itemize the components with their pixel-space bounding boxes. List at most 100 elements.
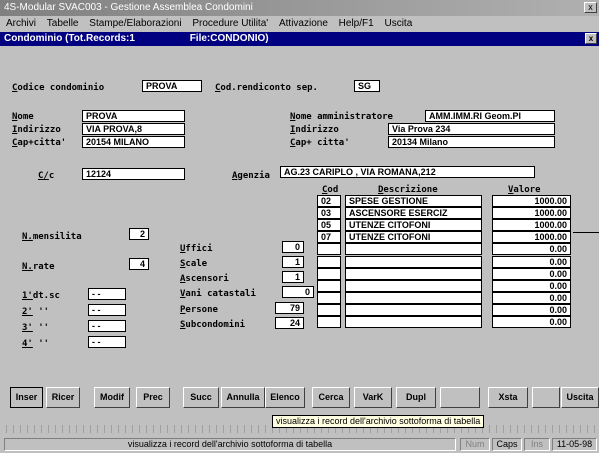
dtsc1-field[interactable]: - - <box>88 288 126 300</box>
ascensori-field[interactable]: 1 <box>282 271 304 283</box>
voce-valore-cell[interactable]: 1000.00 <box>492 231 571 243</box>
window-close-button[interactable]: x <box>584 2 597 13</box>
voce-cod-cell[interactable]: 07 <box>317 231 341 243</box>
dtsc2-field[interactable]: - - <box>88 304 126 316</box>
nome-amministratore-field[interactable]: AMM.IMM.RI Geom.Pl <box>425 110 555 122</box>
dtsc3-field[interactable]: - - <box>88 320 126 332</box>
indirizzo-field[interactable]: VIA PROVA,8 <box>82 123 185 135</box>
ascensori-label: Ascensori <box>180 274 229 284</box>
dtsc4-field[interactable]: - - <box>88 336 126 348</box>
voce-descrizione-cell[interactable]: SPESE GESTIONE <box>345 195 482 207</box>
xsta-button[interactable]: Xsta <box>488 387 528 408</box>
mensilita-field[interactable]: 2 <box>129 228 149 240</box>
vani-label: Vani catastali <box>180 289 256 299</box>
codice-label: Codice condominio <box>12 83 105 93</box>
menu-help[interactable]: Help/F1 <box>339 18 374 29</box>
col-valore-header: Valore <box>508 185 541 195</box>
voce-cod-cell[interactable] <box>317 292 341 304</box>
elenco-button[interactable]: Elenco <box>265 387 305 408</box>
voce-descrizione-cell[interactable] <box>345 292 482 304</box>
succ-button[interactable]: Succ <box>183 387 219 408</box>
nome-amministratore-label: Nome amministratore <box>290 112 393 122</box>
voce-valore-cell[interactable]: 0.00 <box>492 292 571 304</box>
voce-descrizione-cell[interactable] <box>345 280 482 292</box>
nome-label: Nome <box>12 112 34 122</box>
voce-cod-cell[interactable]: 05 <box>317 219 341 231</box>
voce-descrizione-cell[interactable]: UTENZE CITOFONI <box>345 219 482 231</box>
voce-valore-cell[interactable]: 0.00 <box>492 243 571 255</box>
subcondomini-label: Subcondomini <box>180 320 246 330</box>
voce-valore-cell[interactable]: 0.00 <box>492 316 571 328</box>
voce-valore-cell[interactable]: 0.00 <box>492 304 571 316</box>
subcondomini-field[interactable]: 24 <box>275 317 304 329</box>
window-title-bar: 4S-Modular SVAC003 - Gestione Assemblea … <box>0 0 599 16</box>
cap-field[interactable]: 20154 MILANO <box>82 136 185 148</box>
voce-cod-cell[interactable] <box>317 280 341 292</box>
voce-cod-cell[interactable] <box>317 243 341 255</box>
menu-attivazione[interactable]: Attivazione <box>279 18 328 29</box>
cap-amm-label: Cap+ citta' <box>290 138 350 148</box>
nome-field[interactable]: PROVA <box>82 110 185 122</box>
cerca-button[interactable]: Cerca <box>312 387 350 408</box>
cc-label: C/c <box>38 171 55 181</box>
voce-descrizione-cell[interactable] <box>345 256 482 268</box>
indirizzo-amm-label: Indirizzo <box>290 125 339 135</box>
agenzia-field[interactable]: AG.23 CARIPLO , VIA ROMANA,212 <box>280 166 535 178</box>
voce-valore-cell[interactable]: 1000.00 <box>492 219 571 231</box>
codice-field[interactable]: PROVA <box>142 80 202 92</box>
form-close-button[interactable]: x <box>585 33 597 44</box>
voce-descrizione-cell[interactable] <box>345 316 482 328</box>
dtsc1-label: 1'dt.sc <box>22 291 60 301</box>
voce-cod-cell[interactable]: 02 <box>317 195 341 207</box>
dtsc2-label: 2' '' <box>22 307 50 317</box>
status-caps: Caps <box>492 438 522 451</box>
form-title: Condominio (Tot.Records:1 <box>4 33 135 44</box>
voce-cod-cell[interactable]: 03 <box>317 207 341 219</box>
annulla-button[interactable]: Annulla <box>221 387 265 408</box>
modif-button[interactable]: Modif <box>94 387 130 408</box>
cc-field[interactable]: 12124 <box>82 168 185 180</box>
voce-valore-cell[interactable]: 0.00 <box>492 280 571 292</box>
menu-uscita[interactable]: Uscita <box>384 18 412 29</box>
voce-descrizione-cell[interactable]: UTENZE CITOFONI <box>345 231 482 243</box>
voce-valore-cell[interactable]: 0.00 <box>492 268 571 280</box>
voce-valore-cell[interactable]: 1000.00 <box>492 195 571 207</box>
uscita-button[interactable]: Uscita <box>561 387 599 408</box>
dupl-button[interactable]: Dupl <box>396 387 436 408</box>
vark-button[interactable]: VarK <box>354 387 392 408</box>
voce-descrizione-cell[interactable] <box>345 243 482 255</box>
rate-field[interactable]: 4 <box>129 258 149 270</box>
blank-button-1[interactable] <box>440 387 480 408</box>
menu-bar: Archivi Tabelle Stampe/Elaborazioni Proc… <box>0 16 599 32</box>
cap-label: Cap+citta' <box>12 138 67 148</box>
indirizzo-amm-field[interactable]: Via Prova 234 <box>388 123 555 135</box>
ricer-button[interactable]: Ricer <box>46 387 80 408</box>
inser-button[interactable]: Inser <box>10 387 43 408</box>
scale-field[interactable]: 1 <box>282 256 304 268</box>
voce-valore-cell[interactable]: 0.00 <box>492 256 571 268</box>
persone-field[interactable]: 79 <box>275 302 304 314</box>
cod-rendiconto-label: Cod.rendiconto sep. <box>215 83 318 93</box>
cap-amm-field[interactable]: 20134 Milano <box>388 136 555 148</box>
voce-cod-cell[interactable] <box>317 256 341 268</box>
uffici-field[interactable]: 0 <box>282 241 304 253</box>
prec-button[interactable]: Prec <box>136 387 170 408</box>
agenzia-label: Agenzia <box>232 171 270 181</box>
voce-cod-cell[interactable] <box>317 268 341 280</box>
voce-cod-cell[interactable] <box>317 316 341 328</box>
vani-field[interactable]: 0 <box>282 286 314 298</box>
col-descrizione-header: Descrizione <box>378 185 438 195</box>
menu-tabelle[interactable]: Tabelle <box>47 18 79 29</box>
blank-button-2[interactable] <box>532 387 560 408</box>
voce-descrizione-cell[interactable] <box>345 304 482 316</box>
voce-descrizione-cell[interactable]: ASCENSORE ESERCIZ <box>345 207 482 219</box>
form-file: File:CONDONIO) <box>189 33 269 44</box>
cod-rendiconto-field[interactable]: SG <box>354 80 380 92</box>
voce-cod-cell[interactable] <box>317 304 341 316</box>
menu-stampe[interactable]: Stampe/Elaborazioni <box>89 18 181 29</box>
col-cod-header: Cod <box>322 185 339 195</box>
menu-procedure[interactable]: Procedure Utilita' <box>192 18 268 29</box>
voce-valore-cell[interactable]: 1000.00 <box>492 207 571 219</box>
menu-archivi[interactable]: Archivi <box>6 18 36 29</box>
voce-descrizione-cell[interactable] <box>345 268 482 280</box>
